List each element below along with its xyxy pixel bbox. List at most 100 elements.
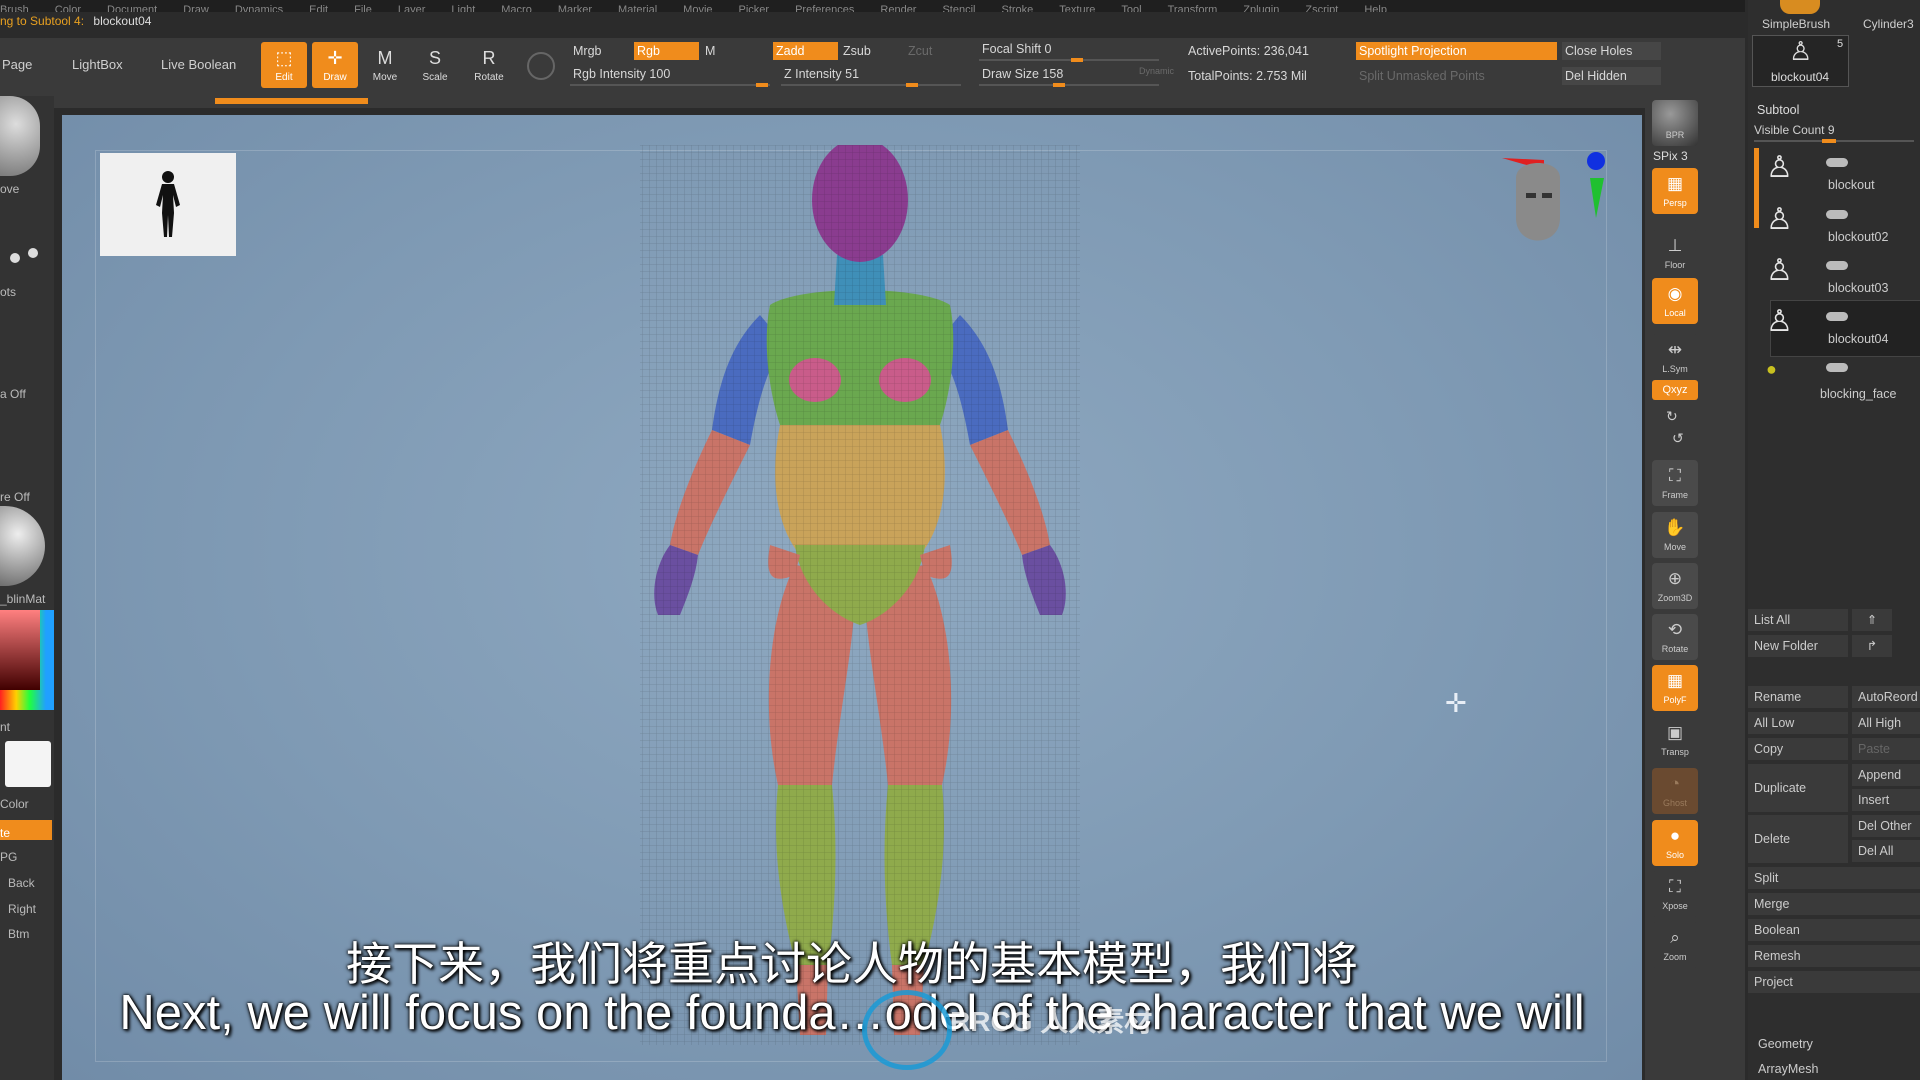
- menu-item[interactable]: Light: [451, 5, 475, 13]
- rotate-z-icon[interactable]: ↺: [1672, 430, 1684, 447]
- character-model[interactable]: [600, 145, 1120, 1045]
- rgb-toggle[interactable]: Rgb: [634, 42, 699, 60]
- draw-size-track[interactable]: [979, 83, 1159, 87]
- local-button[interactable]: ◉ Local: [1652, 278, 1698, 324]
- mrgb-toggle[interactable]: Mrgb: [570, 42, 601, 60]
- subtool-item[interactable]: ♙ blockout04: [1760, 302, 1920, 352]
- arrow-up-icon[interactable]: ⇑: [1852, 609, 1892, 631]
- list-all-button[interactable]: List All: [1748, 609, 1848, 631]
- left-item[interactable]: _blinMat: [0, 592, 52, 606]
- solo-button[interactable]: ● Solo: [1652, 820, 1698, 866]
- xpose-button[interactable]: ⛶ Xpose: [1652, 871, 1698, 917]
- menu-item[interactable]: Dynamics: [235, 5, 283, 13]
- rotate-view-button[interactable]: ⟲ Rotate: [1652, 614, 1698, 660]
- del-other-button[interactable]: Del Other: [1852, 815, 1920, 837]
- left-item[interactable]: re Off: [0, 490, 52, 504]
- boolean-section[interactable]: Boolean: [1748, 919, 1920, 941]
- left-item[interactable]: Back: [0, 876, 60, 890]
- all-low-button[interactable]: All Low: [1748, 712, 1848, 734]
- delete-button[interactable]: Delete: [1748, 815, 1848, 863]
- left-item[interactable]: PG: [0, 850, 52, 864]
- left-item[interactable]: Btm: [0, 927, 60, 941]
- brush-preview[interactable]: [0, 96, 40, 176]
- ghost-button[interactable]: ◔ Ghost: [1652, 768, 1698, 814]
- lsym-button[interactable]: ⇹ L.Sym: [1652, 334, 1698, 380]
- left-item[interactable]: ove: [0, 182, 52, 196]
- copy-button[interactable]: Copy: [1748, 738, 1848, 760]
- del-hidden-button[interactable]: Del Hidden: [1562, 67, 1661, 85]
- visible-count-track[interactable]: [1754, 139, 1914, 143]
- floor-button[interactable]: ⊥ Floor: [1652, 230, 1698, 276]
- color-picker-shade[interactable]: [0, 610, 40, 690]
- menu-item[interactable]: Help: [1364, 5, 1387, 13]
- left-item[interactable]: a Off: [0, 387, 52, 401]
- menu-item[interactable]: Edit: [309, 5, 328, 13]
- menu-item[interactable]: Document: [107, 5, 157, 13]
- menu-item[interactable]: Preferences: [795, 5, 854, 13]
- focal-shift-slider[interactable]: Focal Shift 0: [979, 40, 1051, 58]
- edit-button[interactable]: ⬚ Edit: [261, 42, 307, 88]
- insert-button[interactable]: Insert: [1852, 789, 1920, 811]
- left-item[interactable]: Right: [0, 902, 60, 916]
- eye-toggle-icon[interactable]: [1826, 363, 1848, 372]
- menu-item[interactable]: Zscript: [1305, 5, 1338, 13]
- split-section[interactable]: Split: [1748, 867, 1920, 889]
- z-intensity-track[interactable]: [781, 83, 961, 87]
- page-button[interactable]: Page: [2, 57, 32, 72]
- menu-item[interactable]: Draw: [183, 5, 209, 13]
- project-section[interactable]: Project: [1748, 971, 1920, 993]
- move-button[interactable]: M Move: [362, 42, 408, 88]
- simplebrush-thumb[interactable]: [1780, 0, 1820, 14]
- orientation-gizmo[interactable]: [1500, 148, 1610, 288]
- subtool-item[interactable]: ● blocking_face: [1760, 353, 1920, 403]
- autoreorder-button[interactable]: AutoReord: [1852, 686, 1920, 708]
- split-unmasked-button[interactable]: Split Unmasked Points: [1356, 67, 1485, 85]
- eye-toggle-icon[interactable]: [1826, 210, 1848, 219]
- z-intensity-slider[interactable]: Z Intensity 51: [781, 65, 859, 83]
- menu-item[interactable]: File: [354, 5, 372, 13]
- geometry-section[interactable]: Geometry: [1752, 1033, 1920, 1055]
- arraymesh-section[interactable]: ArrayMesh: [1752, 1058, 1920, 1080]
- subtool-item[interactable]: ♙ blockout03: [1760, 251, 1920, 301]
- transp-button[interactable]: ▣ Transp: [1652, 717, 1698, 763]
- rgb-intensity-slider[interactable]: Rgb Intensity 100: [570, 65, 670, 83]
- left-item[interactable]: Color: [0, 797, 52, 811]
- material-preview[interactable]: [0, 506, 45, 586]
- menu-item[interactable]: Layer: [398, 5, 426, 13]
- spotlight-projection-toggle[interactable]: Spotlight Projection: [1356, 42, 1557, 60]
- menu-item[interactable]: Brush: [0, 5, 29, 13]
- rotate-button[interactable]: R Rotate: [466, 42, 512, 88]
- menu-item[interactable]: Picker: [739, 5, 770, 13]
- menu-item[interactable]: Stencil: [942, 5, 975, 13]
- main-color-swatch[interactable]: [5, 741, 51, 787]
- eye-toggle-icon[interactable]: [1826, 158, 1848, 167]
- menu-item[interactable]: Movie: [683, 5, 712, 13]
- duplicate-button[interactable]: Duplicate: [1748, 764, 1848, 812]
- left-item[interactable]: te: [0, 826, 52, 840]
- zcut-toggle[interactable]: Zcut: [905, 42, 932, 60]
- zoom3d-button[interactable]: ⊕ Zoom3D: [1652, 563, 1698, 609]
- eye-toggle-icon[interactable]: [1826, 312, 1848, 321]
- merge-section[interactable]: Merge: [1748, 893, 1920, 915]
- append-button[interactable]: Append: [1852, 764, 1920, 786]
- rotate-y-icon[interactable]: ↻: [1666, 408, 1678, 425]
- menu-item[interactable]: Color: [55, 5, 81, 13]
- left-item[interactable]: nt: [0, 720, 52, 734]
- visible-count-slider[interactable]: Visible Count 9: [1754, 123, 1835, 137]
- move-view-button[interactable]: ✋ Move: [1652, 512, 1698, 558]
- simplebrush-label[interactable]: SimpleBrush: [1762, 17, 1830, 31]
- menu-item[interactable]: Transform: [1168, 5, 1218, 13]
- persp-button[interactable]: ▦ Persp: [1652, 168, 1698, 214]
- subtool-item[interactable]: ♙ blockout: [1760, 148, 1920, 198]
- paste-button[interactable]: Paste: [1852, 738, 1920, 760]
- bpr-button[interactable]: BPR: [1652, 100, 1698, 146]
- navigator-thumbnail[interactable]: [100, 153, 236, 256]
- del-all-button[interactable]: Del All: [1852, 840, 1920, 862]
- menu-item[interactable]: Zplugin: [1243, 5, 1279, 13]
- focal-shift-track[interactable]: [979, 58, 1159, 62]
- current-tool-thumb[interactable]: ♙ 5 blockout04: [1752, 35, 1849, 87]
- m-toggle[interactable]: M: [702, 42, 715, 60]
- rename-button[interactable]: Rename: [1748, 686, 1848, 708]
- brush-sphere-icon[interactable]: [527, 52, 555, 80]
- left-item[interactable]: ots: [0, 285, 52, 299]
